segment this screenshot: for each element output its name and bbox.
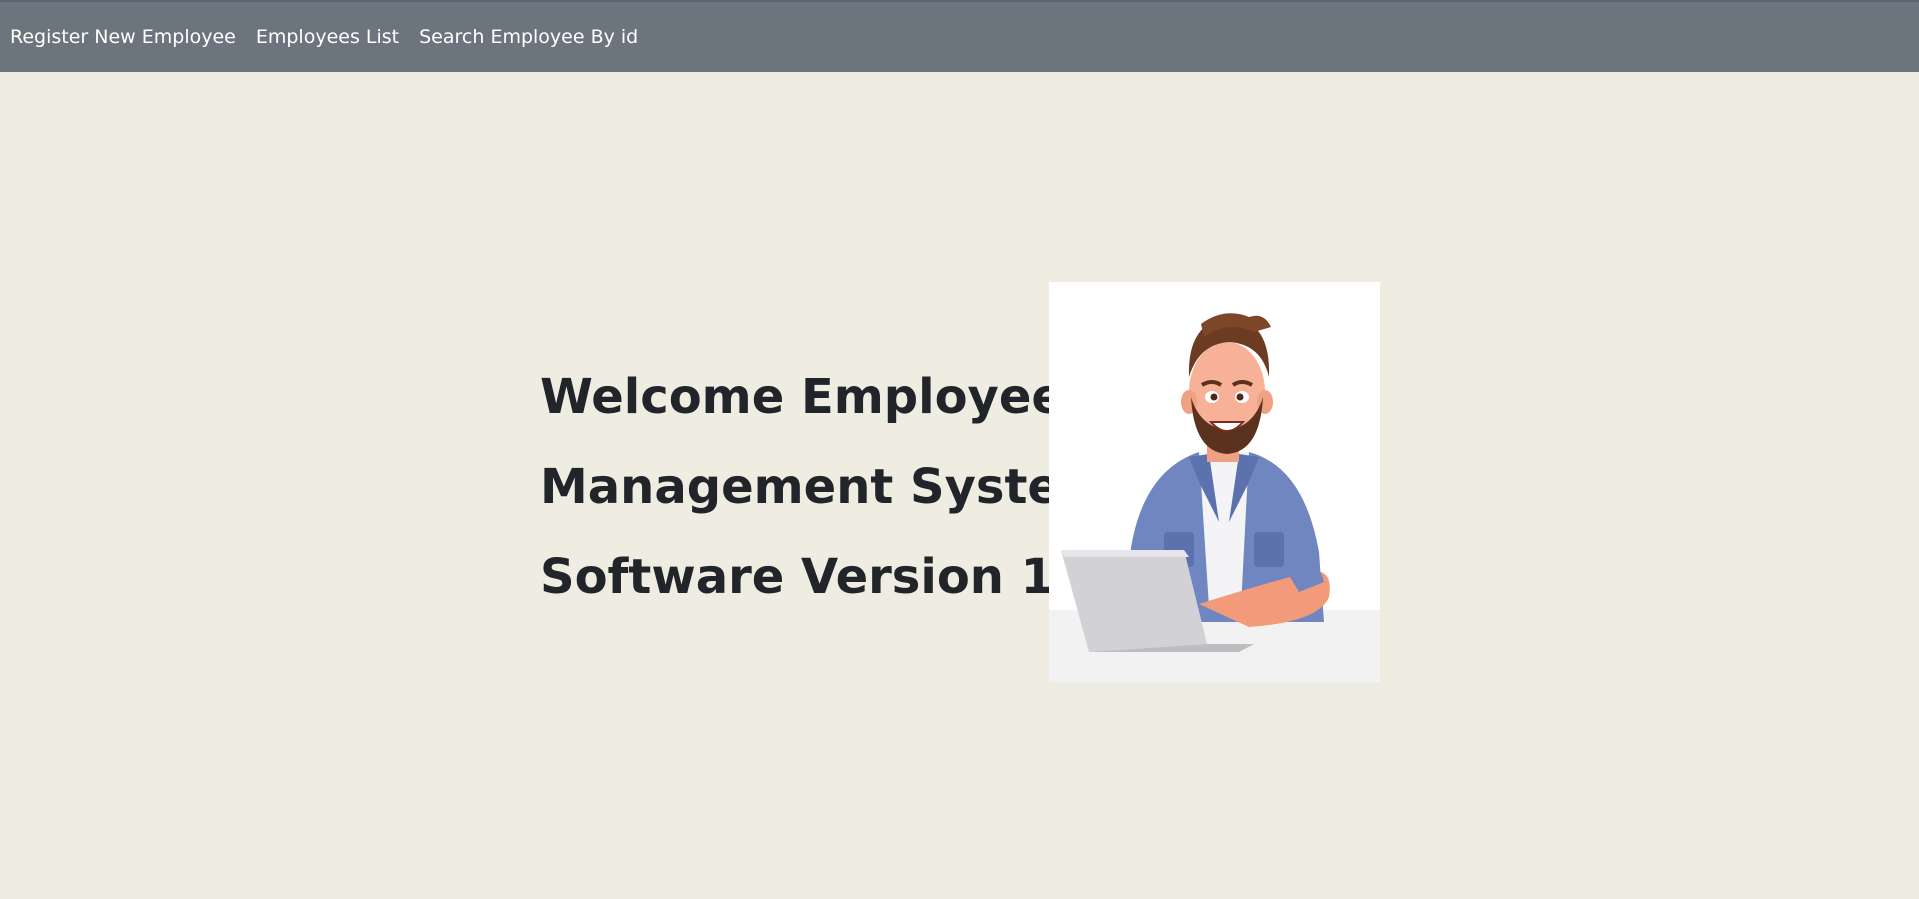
nav-register-new-employee[interactable]: Register New Employee: [10, 26, 236, 48]
welcome-line-2: Management System: [540, 459, 1110, 515]
page: Register New Employee Employees List Sea…: [0, 0, 1919, 899]
employee-laptop-icon: [1049, 313, 1380, 682]
hero-section: Welcome Employee Management System Softw…: [540, 282, 1380, 682]
welcome-line-3: Software Version 1.0: [540, 549, 1106, 605]
welcome-line-1: Welcome Employee: [540, 369, 1064, 425]
navbar: Register New Employee Employees List Sea…: [0, 2, 1919, 72]
nav-search-employee-by-id[interactable]: Search Employee By id: [419, 26, 638, 48]
welcome-heading: Welcome Employee Management System Softw…: [540, 352, 1110, 622]
nav-employees-list[interactable]: Employees List: [256, 26, 399, 48]
employee-illustration: [1049, 282, 1380, 682]
